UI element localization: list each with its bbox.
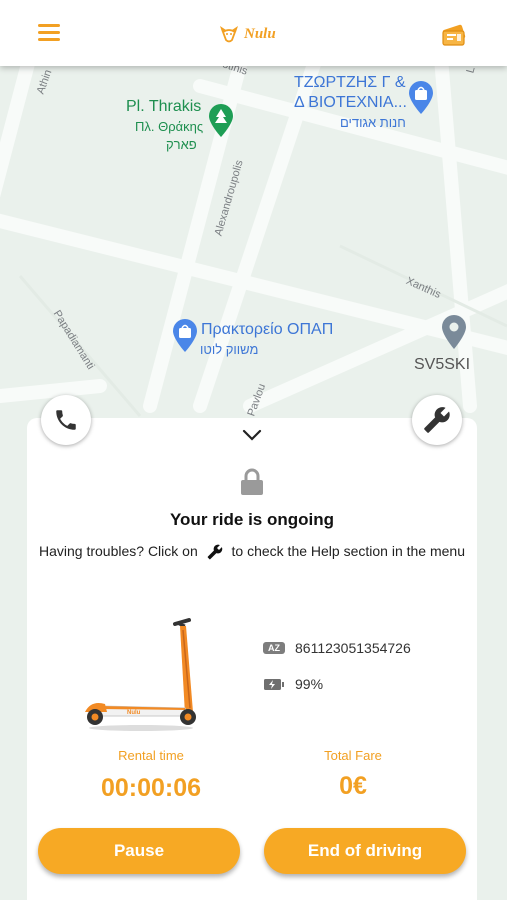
help-hint-prefix: Having troubles? Click on (39, 543, 198, 559)
rental-time-value: 00:00:06 (100, 774, 202, 802)
ride-panel: Your ride is ongoing Having troubles? Cl… (27, 418, 477, 900)
place-sub2-tzortzis: חנות אגודים (340, 115, 406, 130)
logo: Nulu (218, 22, 276, 46)
ticket-icon[interactable] (440, 22, 468, 48)
scooter-image: Nulu (85, 618, 196, 731)
total-fare-value: 0€ (339, 772, 367, 800)
phone-icon (56, 410, 76, 430)
place-sub-tzortzis: Δ ΒΙΟΤΕΧΝΙΑ... (294, 94, 407, 111)
app-header: Nulu (0, 0, 507, 66)
chevron-down-icon[interactable] (241, 428, 263, 442)
pause-button[interactable]: Pause (38, 828, 240, 874)
scooter-id: 861123051354726 (295, 640, 411, 656)
shopping-bag-pin-icon[interactable] (172, 319, 198, 353)
shopping-bag-pin-icon[interactable] (408, 81, 434, 115)
place-name-opap: Πρακτορείο ΟΠΑΠ (201, 321, 334, 338)
help-hint: Having troubles? Click on to check the H… (37, 540, 467, 563)
svg-text:Nulu: Nulu (127, 710, 141, 716)
battery-row: 99% (263, 676, 323, 692)
wrench-icon (207, 544, 222, 560)
help-wrench-button[interactable] (412, 395, 462, 445)
battery-icon (264, 678, 284, 690)
place-name-tzortzis: ΤΖΩΡΤΖΗΣ Γ & (294, 74, 406, 91)
place-name-sv5ski: SV5SKI (414, 356, 471, 373)
place-sub-pl-thrakis: Πλ. Θράκης (135, 119, 204, 134)
help-hint-suffix: to check the Help section in the menu (231, 543, 465, 559)
place-sub-opap: משווק לוטו (200, 342, 259, 357)
call-support-button[interactable] (41, 395, 91, 445)
lock-icon (241, 468, 263, 495)
rental-time-label: Rental time (118, 748, 184, 763)
place-name-pl-thrakis: Pl. Thrakis (126, 98, 202, 115)
ride-status-title: Your ride is ongoing (169, 510, 334, 529)
end-driving-button[interactable]: End of driving (264, 828, 466, 874)
place-sub2-pl-thrakis: פארק (166, 137, 197, 152)
wrench-icon (424, 407, 450, 433)
total-fare-label: Total Fare (324, 748, 382, 763)
logo-face-icon (220, 26, 238, 43)
battery-level: 99% (295, 676, 324, 692)
hamburger-menu-icon[interactable] (38, 24, 60, 42)
scooter-id-badge: AZ (263, 642, 285, 654)
park-tree-icon[interactable] (208, 104, 234, 138)
location-pin-icon[interactable] (441, 314, 467, 350)
logo-text: Nulu (244, 25, 276, 42)
scooter-id-row: AZ 861123051354726 (263, 640, 411, 656)
